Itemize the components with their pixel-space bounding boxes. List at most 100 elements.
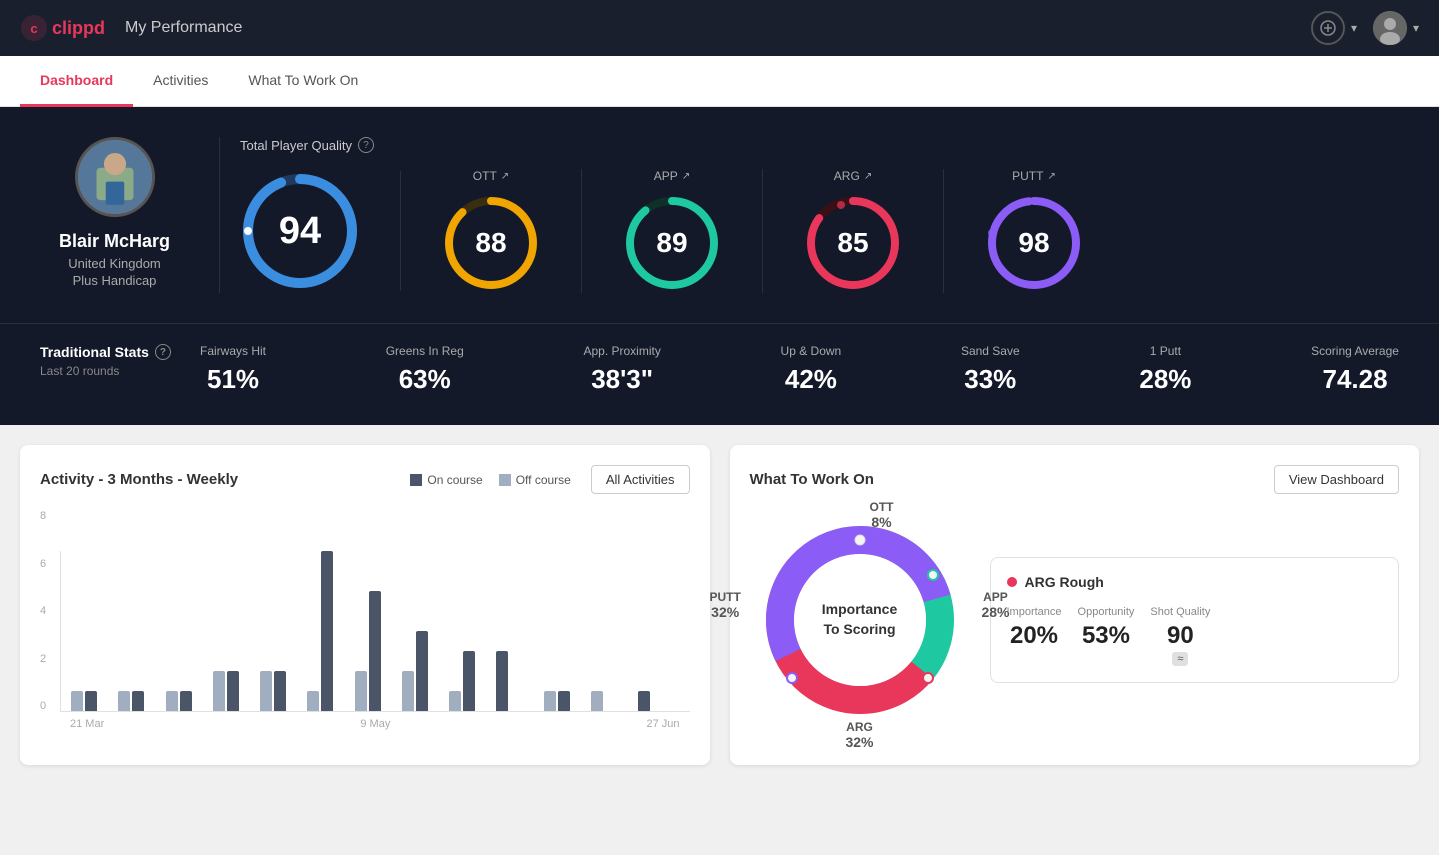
activity-chart-title: Activity - 3 Months - Weekly: [40, 471, 238, 488]
app-circle: 89: [622, 193, 722, 293]
work-content: ImportanceTo Scoring OTT 8% APP 28% ARG …: [750, 510, 1400, 730]
bar-group: [355, 591, 396, 711]
work-card: What To Work On View Dashboard: [730, 445, 1420, 765]
work-card-header: What To Work On View Dashboard: [750, 465, 1400, 494]
stat-name: Scoring Average: [1311, 344, 1399, 358]
stat-value: 33%: [964, 364, 1016, 395]
nav-right: ▾ ▾: [1311, 11, 1419, 45]
stat-item: 1 Putt 28%: [1139, 344, 1191, 395]
bar-group: [307, 551, 348, 711]
y-axis-label: 8: [40, 510, 60, 522]
bar-group: [71, 691, 112, 711]
y-axis-label: 6: [40, 558, 60, 570]
arg-circle: 85: [803, 193, 903, 293]
add-button[interactable]: [1311, 11, 1345, 45]
arg-metrics: Importance 20% Opportunity 53% Shot Qual…: [1007, 606, 1383, 666]
arg-metric-label: Shot Quality: [1150, 606, 1210, 618]
putt-score-item: PUTT ↗ 98: [944, 169, 1124, 293]
x-axis-label: 9 May: [360, 718, 390, 730]
bar-off-course: [402, 671, 414, 711]
stats-help-icon[interactable]: ?: [155, 344, 171, 360]
bar-on-course: [227, 671, 239, 711]
view-dashboard-button[interactable]: View Dashboard: [1274, 465, 1399, 494]
ott-score-item: OTT ↗ 88: [401, 169, 582, 293]
stats-section: Traditional Stats ? Last 20 rounds Fairw…: [0, 323, 1439, 425]
arg-rough-card: ARG Rough Importance 20% Opportunity 53%…: [990, 557, 1400, 683]
bar-off-course: [591, 691, 603, 711]
activity-card: Activity - 3 Months - Weekly On course O…: [20, 445, 710, 765]
bar-group: [402, 631, 443, 711]
all-activities-button[interactable]: All Activities: [591, 465, 690, 494]
bar-on-course: [85, 691, 97, 711]
chart-grid: 02468: [40, 510, 690, 712]
main-score-circle: 94: [240, 171, 360, 291]
user-chevron-icon: ▾: [1413, 21, 1419, 35]
stats-title: Traditional Stats ?: [40, 344, 200, 360]
bar-off-course: [355, 671, 367, 711]
y-axis-label: 4: [40, 605, 60, 617]
putt-value: 98: [1018, 227, 1049, 259]
bar-off-course: [449, 691, 461, 711]
arg-donut-label: ARG 32%: [845, 720, 873, 750]
player-info: Blair McHarg United Kingdom Plus Handica…: [40, 137, 220, 293]
chart-bars-container: [60, 551, 690, 712]
stat-name: Up & Down: [781, 344, 842, 358]
player-avatar: [75, 137, 155, 217]
stat-value: 74.28: [1322, 364, 1387, 395]
bar-group: [591, 691, 632, 711]
stat-value: 51%: [207, 364, 259, 395]
add-button-group[interactable]: ▾: [1311, 11, 1357, 45]
legend-off-course-dot: [499, 474, 511, 486]
putt-arrow-icon: ↗: [1047, 171, 1055, 182]
tab-what-to-work-on[interactable]: What To Work On: [228, 56, 378, 107]
arg-metric-value: 20%: [1010, 622, 1058, 650]
user-avatar-container[interactable]: ▾: [1373, 11, 1419, 45]
quality-label: Total Player Quality ?: [240, 137, 1379, 153]
svg-text:c: c: [30, 21, 37, 36]
arg-metric-item: Shot Quality 90 ≈: [1150, 606, 1210, 666]
arg-metric-item: Importance 20%: [1007, 606, 1062, 666]
chart-bars: [61, 551, 690, 711]
scores-row: 94 OTT ↗ 88: [240, 169, 1379, 293]
top-nav: c clippd My Performance ▾: [0, 0, 1439, 56]
bottom-section: Activity - 3 Months - Weekly On course O…: [0, 425, 1439, 785]
player-handicap: Plus Handicap: [73, 273, 157, 288]
chart-area: 02468 21 Mar9 May27 Jun: [40, 510, 690, 730]
bar-group: [496, 651, 537, 711]
user-avatar[interactable]: [1373, 11, 1407, 45]
bar-off-course: [544, 691, 556, 711]
app-value: 89: [656, 227, 687, 259]
stat-item: Up & Down 42%: [781, 344, 842, 395]
donut-center-text: ImportanceTo Scoring: [822, 600, 897, 639]
bar-off-course: [71, 691, 83, 711]
stats-items: Fairways Hit 51% Greens In Reg 63% App. …: [200, 344, 1399, 395]
player-country: United Kingdom: [68, 256, 161, 271]
bar-on-course: [638, 691, 650, 711]
quality-help-icon[interactable]: ?: [358, 137, 374, 153]
stat-name: Greens In Reg: [386, 344, 464, 358]
stat-name: Fairways Hit: [200, 344, 266, 358]
logo[interactable]: c clippd: [20, 14, 105, 42]
stats-label: Traditional Stats ? Last 20 rounds: [40, 344, 200, 378]
ott-donut-label: OTT 8%: [870, 500, 894, 530]
tab-dashboard[interactable]: Dashboard: [20, 56, 133, 107]
main-score-value: 94: [279, 210, 321, 253]
stat-name: App. Proximity: [583, 344, 660, 358]
tab-activities[interactable]: Activities: [133, 56, 228, 107]
stat-value: 63%: [399, 364, 451, 395]
legend-on-course: On course: [410, 473, 482, 487]
arg-metric-item: Opportunity 53%: [1078, 606, 1135, 666]
x-axis-label: 21 Mar: [70, 718, 104, 730]
chart-legend: On course Off course: [410, 473, 571, 487]
work-card-title: What To Work On: [750, 471, 874, 488]
arg-card-title: ARG Rough: [1007, 574, 1383, 590]
legend-off-course: Off course: [499, 473, 571, 487]
bar-group: [449, 651, 490, 711]
logo-text: clippd: [52, 18, 105, 39]
bar-group: [118, 691, 159, 711]
stats-subtitle: Last 20 rounds: [40, 364, 200, 378]
stat-name: Sand Save: [961, 344, 1020, 358]
stat-value: 28%: [1139, 364, 1191, 395]
putt-label: PUTT ↗: [1012, 169, 1056, 183]
hero-section: Blair McHarg United Kingdom Plus Handica…: [0, 107, 1439, 323]
